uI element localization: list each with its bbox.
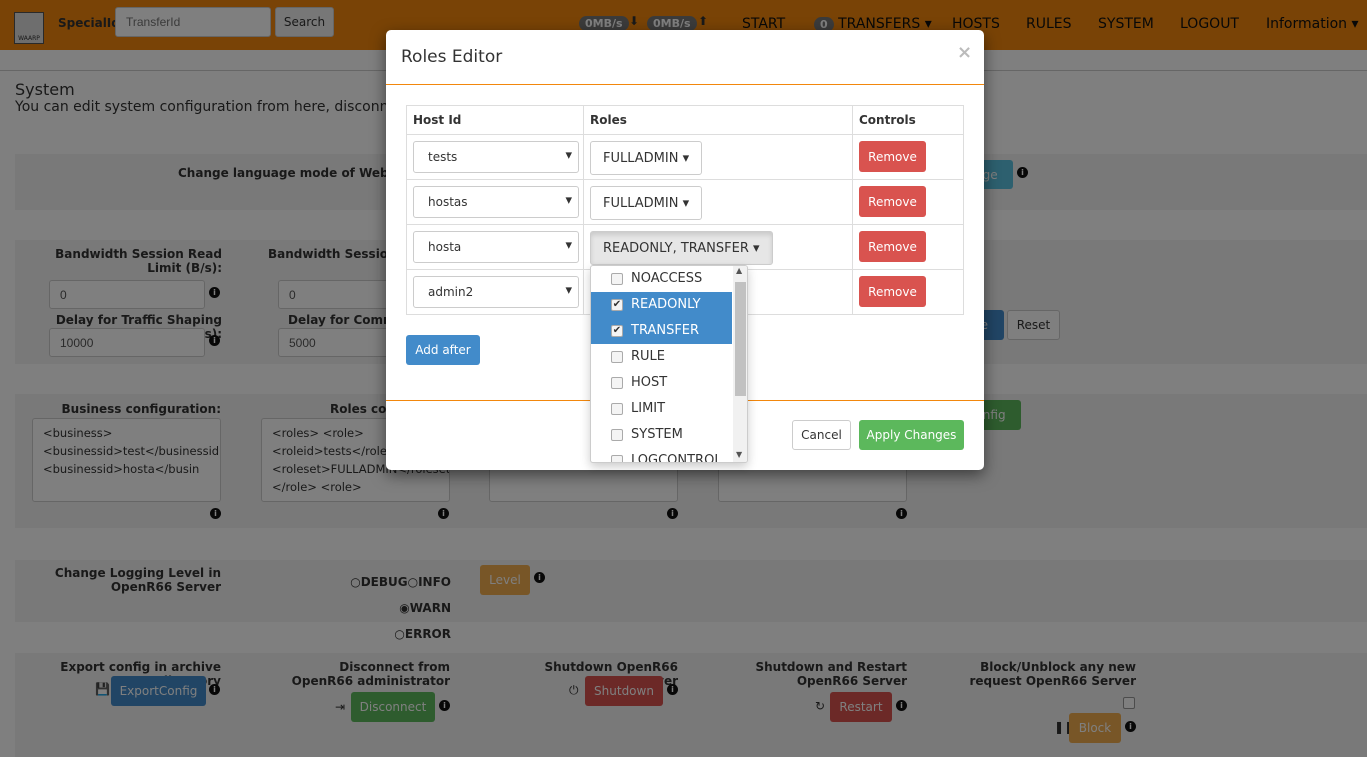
- roles-editor-modal: Roles Editor × Host Id Roles Controls te…: [386, 30, 984, 470]
- role-option-label: SYSTEM: [631, 427, 683, 442]
- role-checkbox[interactable]: [611, 351, 623, 363]
- role-checkbox[interactable]: [611, 403, 623, 415]
- roles-cell: FULLADMIN ▾: [583, 134, 853, 180]
- close-icon[interactable]: ×: [957, 42, 972, 63]
- role-option[interactable]: NOACCESS: [591, 266, 732, 292]
- host-cell: admin2: [406, 269, 584, 315]
- controls-cell: Remove: [852, 224, 964, 270]
- role-option-label: RULE: [631, 349, 666, 364]
- role-option-label: READONLY: [631, 297, 701, 312]
- scroll-up-icon[interactable]: ▲: [736, 266, 742, 275]
- cancel-button[interactable]: Cancel: [792, 420, 851, 450]
- scrollbar-thumb[interactable]: [735, 282, 746, 396]
- roles-cell: READONLY, TRANSFER ▾: [583, 224, 853, 270]
- remove-button[interactable]: Remove: [859, 186, 926, 217]
- header-host-id: Host Id: [406, 105, 584, 135]
- role-option-label: LIMIT: [631, 401, 666, 416]
- role-checkbox[interactable]: [611, 377, 623, 389]
- host-id-select[interactable]: admin2: [413, 276, 579, 308]
- roles-value: FULLADMIN: [603, 196, 679, 211]
- scroll-down-icon[interactable]: ▼: [736, 450, 742, 459]
- role-option-label: LOGCONTROL: [631, 453, 722, 463]
- remove-button[interactable]: Remove: [859, 276, 926, 307]
- roles-value: FULLADMIN: [603, 151, 679, 166]
- caret-down-icon: ▾: [682, 151, 690, 166]
- role-option[interactable]: LOGCONTROL: [591, 448, 732, 463]
- host-cell: hostas: [406, 179, 584, 225]
- modal-header-divider: [386, 84, 984, 85]
- role-option[interactable]: ✔ TRANSFER: [591, 318, 732, 344]
- controls-cell: Remove: [852, 179, 964, 225]
- header-controls: Controls: [852, 105, 964, 135]
- role-checkbox[interactable]: [611, 429, 623, 441]
- host-id-select[interactable]: hosta: [413, 231, 579, 263]
- controls-cell: Remove: [852, 134, 964, 180]
- role-checkbox[interactable]: ✔: [611, 325, 623, 337]
- header-roles: Roles: [583, 105, 853, 135]
- roles-dropdown-button[interactable]: FULLADMIN ▾: [590, 186, 703, 220]
- role-checkbox[interactable]: ✔: [611, 299, 623, 311]
- add-after-button[interactable]: Add after: [406, 335, 480, 365]
- role-option[interactable]: ✔ READONLY: [591, 292, 732, 318]
- roles-value: READONLY, TRANSFER: [603, 241, 749, 256]
- role-option[interactable]: RULE: [591, 344, 732, 370]
- role-option[interactable]: HOST: [591, 370, 732, 396]
- caret-down-icon: ▾: [682, 196, 690, 211]
- host-cell: tests: [406, 134, 584, 180]
- roles-dropdown-menu: NOACCESS ✔ READONLY ✔ TRANSFER RULE HOST…: [590, 265, 748, 463]
- apply-changes-button[interactable]: Apply Changes: [859, 420, 964, 450]
- role-option[interactable]: SYSTEM: [591, 422, 732, 448]
- role-option-label: TRANSFER: [631, 323, 700, 338]
- controls-cell: Remove: [852, 269, 964, 315]
- role-option-label: HOST: [631, 375, 668, 390]
- caret-down-icon: ▾: [753, 241, 760, 256]
- role-checkbox[interactable]: [611, 273, 623, 285]
- role-checkbox[interactable]: [611, 455, 623, 462]
- modal-title: Roles Editor: [401, 47, 503, 67]
- role-option-label: NOACCESS: [631, 271, 703, 286]
- roles-dropdown-button[interactable]: READONLY, TRANSFER ▾: [590, 231, 773, 265]
- remove-button[interactable]: Remove: [859, 141, 926, 172]
- host-id-select[interactable]: tests: [413, 141, 579, 173]
- host-cell: hosta: [406, 224, 584, 270]
- host-id-select[interactable]: hostas: [413, 186, 579, 218]
- role-option[interactable]: LIMIT: [591, 396, 732, 422]
- roles-dropdown-button[interactable]: FULLADMIN ▾: [590, 141, 703, 175]
- remove-button[interactable]: Remove: [859, 231, 926, 262]
- roles-cell: FULLADMIN ▾: [583, 179, 853, 225]
- dropdown-scrollbar[interactable]: ▲ ▼: [733, 266, 747, 462]
